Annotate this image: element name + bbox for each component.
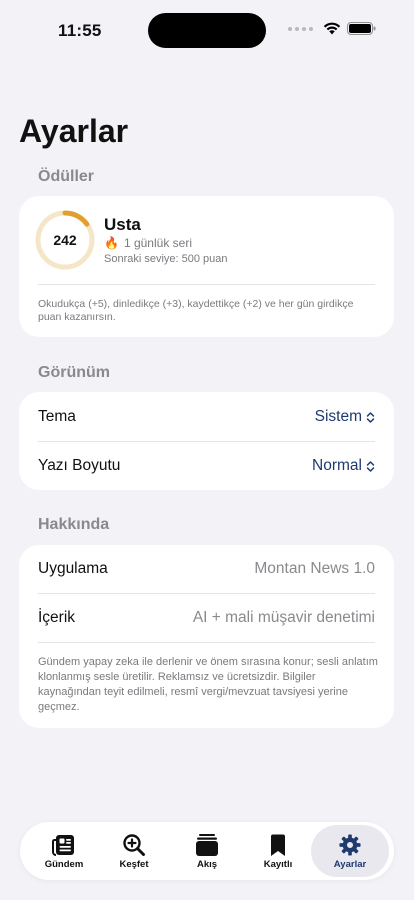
newspaper-icon [52,835,74,856]
wifi-icon [323,22,341,35]
about-card: Uygulama Montan News 1.0 İçerik AI + mal… [19,545,394,728]
stack-icon [196,834,218,856]
page-title: Ayarlar [19,113,129,149]
content-label: İçerik [38,609,76,626]
streak-row: 🔥 1 günlük seri [104,236,192,250]
font-size-picker[interactable]: Normal [312,457,375,475]
divider [38,642,375,643]
app-value: Montan News 1.0 [254,560,375,577]
font-size-row[interactable]: Yazı Boyutu Normal [38,442,375,490]
content-row: İçerik AI + mali müşavir denetimi [38,594,375,642]
gear-icon [339,834,361,856]
status-icons [288,22,376,35]
magnifier-plus-icon [123,834,145,856]
chevron-up-down-icon [366,411,375,423]
app-row: Uygulama Montan News 1.0 [38,545,375,593]
tab-bar: Gündem Keşfet Akış Kayıtlı Ayarlar [20,822,394,880]
points-value: 242 [53,232,77,248]
status-bar: 11:55 [0,0,414,60]
theme-picker[interactable]: Sistem [315,408,375,426]
bookmark-icon [271,834,285,856]
section-header-rewards: Ödüller [38,168,95,185]
rewards-description: Okudukça (+5), dinledikçe (+3), kaydetti… [38,298,354,323]
about-description: Gündem yapay zeka ile derlenir ve önem s… [38,656,378,713]
level-title: Usta [104,215,141,234]
tab-kayitli[interactable]: Kayıtlı [242,825,314,877]
theme-value: Sistem [314,408,362,425]
tab-gundem[interactable]: Gündem [28,825,100,877]
dynamic-island [148,13,266,48]
status-time: 11:55 [58,21,102,40]
section-header-appearance: Görünüm [38,364,110,381]
tab-label: Akış [196,859,218,870]
tab-akis[interactable]: Akış [171,825,243,877]
tab-label: Gündem [44,859,84,870]
tab-ayarlar[interactable]: Ayarlar [311,825,389,877]
app-label: Uygulama [38,560,108,577]
chevron-up-down-icon [366,460,375,472]
appearance-card: Tema Sistem Yazı Boyutu Normal [19,392,394,490]
section-header-about: Hakkında [38,516,110,533]
battery-icon [347,22,376,35]
theme-label: Tema [38,408,76,425]
streak-text: 1 günlük seri [123,236,192,250]
tab-label: Ayarlar [333,859,367,870]
content-value: AI + mali müşavir denetimi [192,609,375,626]
theme-row[interactable]: Tema Sistem [38,393,375,441]
cellular-signal-icon [288,26,313,31]
rewards-card: 242 Usta 🔥 1 günlük seri Sonraki seviye:… [19,196,394,337]
next-level-text: Sonraki seviye: 500 puan [104,253,228,265]
tab-label: Keşfet [119,859,149,870]
font-size-value: Normal [312,457,362,474]
fire-icon: 🔥 [104,236,119,250]
font-size-label: Yazı Boyutu [38,457,121,474]
tab-label: Kayıtlı [263,859,293,870]
divider [38,284,375,285]
tab-kesfet[interactable]: Keşfet [98,825,170,877]
